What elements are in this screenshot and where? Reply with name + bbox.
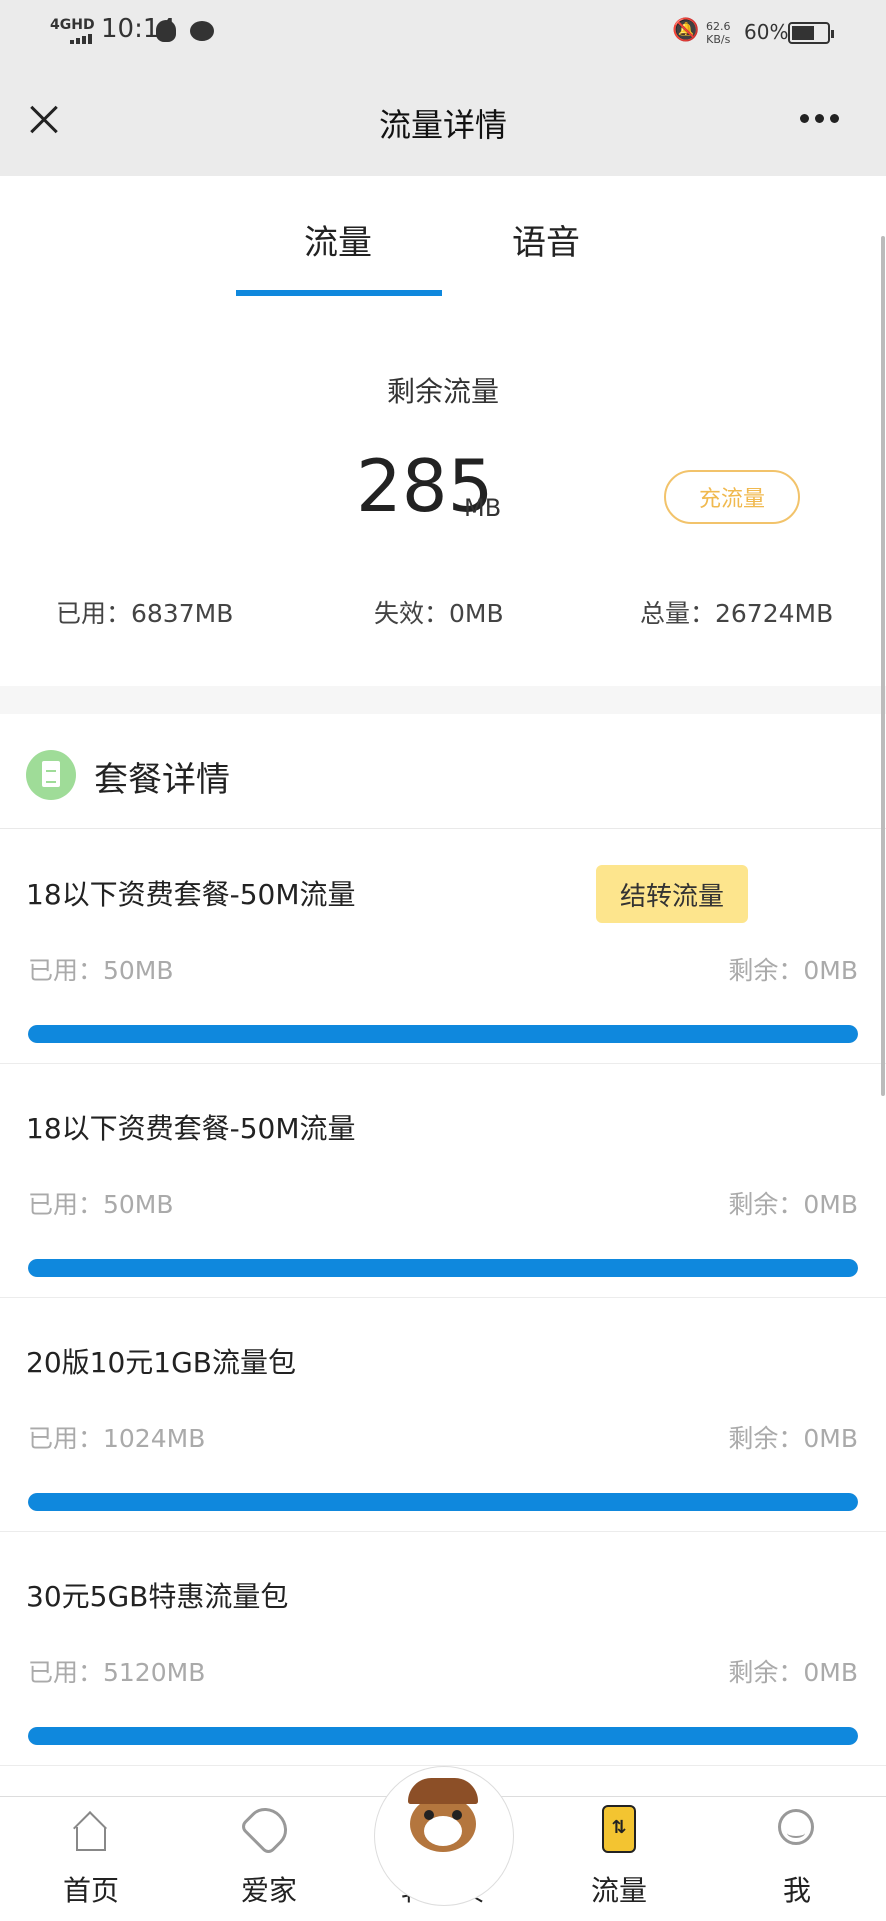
used-total: 已用：6837MB — [56, 599, 234, 628]
grand-total: 总量：26724MB — [640, 599, 834, 628]
status-bar: 4GHD 10:14 🔕 62.6 KB/s 60% — [0, 0, 886, 70]
tab-bar: 流量 语音 — [0, 190, 886, 300]
package-remain: 剩余：0MB — [728, 956, 858, 985]
page-title: 流量详情 — [378, 106, 507, 144]
usage-progress-bar — [28, 1259, 858, 1277]
document-icon — [26, 750, 76, 800]
package-item: 20版10元1GB流量包 已用：1024MB 剩余：0MB — [0, 1297, 886, 1532]
battery-icon — [788, 22, 834, 44]
qq-icon — [156, 20, 176, 42]
signal-icon — [70, 34, 92, 44]
remain-label: 剩余流量 — [386, 375, 499, 408]
usage-progress-bar — [28, 1727, 858, 1745]
package-remain: 剩余：0MB — [728, 1190, 858, 1219]
package-name: 18以下资费套餐-50M流量 — [26, 878, 356, 911]
nav-label: 首页 — [62, 1874, 119, 1907]
package-name: 30元5GB特惠流量包 — [26, 1580, 289, 1613]
home-icon — [70, 1811, 110, 1851]
package-used: 已用：5120MB — [28, 1658, 206, 1687]
invalid-total: 失效：0MB — [374, 599, 504, 628]
package-used: 已用：50MB — [28, 956, 174, 985]
package-remain: 剩余：0MB — [728, 1658, 858, 1687]
usage-progress-fill — [28, 1025, 858, 1043]
speed-unit: KB/s — [706, 33, 731, 46]
flow-icon: ⇅ — [602, 1805, 636, 1853]
nav-flow[interactable]: ⇅ 流量 — [544, 1797, 694, 1921]
top-header: 流量详情 — [0, 70, 886, 176]
more-icon[interactable] — [800, 114, 850, 128]
message-icon — [190, 21, 214, 41]
section-divider — [0, 686, 886, 714]
active-tab-indicator — [236, 290, 442, 296]
nav-family[interactable]: 爱家 — [194, 1797, 344, 1921]
package-remain: 剩余：0MB — [728, 1424, 858, 1453]
usage-progress-bar — [28, 1493, 858, 1511]
package-name: 20版10元1GB流量包 — [26, 1346, 296, 1379]
nav-home[interactable]: 首页 — [16, 1797, 166, 1921]
nav-me[interactable]: 我 — [722, 1797, 872, 1921]
package-item: 30元5GB特惠流量包 已用：5120MB 剩余：0MB — [0, 1531, 886, 1766]
tab-flow[interactable]: 流量 — [304, 215, 372, 264]
usage-progress-fill — [28, 1259, 858, 1277]
speed-value: 62.6 — [706, 20, 731, 33]
scrollbar[interactable] — [881, 236, 885, 1096]
family-icon — [238, 1799, 296, 1857]
profile-icon — [778, 1809, 814, 1845]
package-title: 套餐详情 — [94, 760, 230, 800]
network-speed: 62.6 KB/s — [706, 20, 731, 46]
package-used: 已用：50MB — [28, 1190, 174, 1219]
tab-voice[interactable]: 语音 — [512, 215, 580, 264]
recharge-button[interactable]: 充流量 — [664, 470, 800, 524]
usage-progress-fill — [28, 1727, 858, 1745]
usage-progress-fill — [28, 1493, 858, 1511]
package-item: 18以下资费套餐-50M流量 已用：50MB 剩余：0MB — [0, 1063, 886, 1298]
package-item: 18以下资费套餐-50M流量 结转流量 已用：50MB 剩余：0MB — [0, 829, 886, 1064]
remain-unit: MB — [464, 494, 502, 522]
nav-label: 爱家 — [240, 1874, 297, 1907]
usage-progress-bar — [28, 1025, 858, 1043]
mute-bell-icon: 🔕 — [672, 18, 700, 43]
network-indicator: 4GHD — [50, 17, 95, 33]
transfer-flow-button[interactable]: 结转流量 — [596, 865, 748, 923]
package-header: 套餐详情 — [0, 714, 886, 829]
close-icon[interactable] — [24, 100, 64, 140]
nav-label: 流量 — [590, 1874, 647, 1907]
package-name: 18以下资费套餐-50M流量 — [26, 1112, 356, 1145]
battery-percent: 60% — [744, 20, 789, 44]
mascot-icon[interactable] — [400, 1778, 486, 1858]
package-used: 已用：1024MB — [28, 1424, 206, 1453]
nav-label: 我 — [782, 1874, 811, 1907]
